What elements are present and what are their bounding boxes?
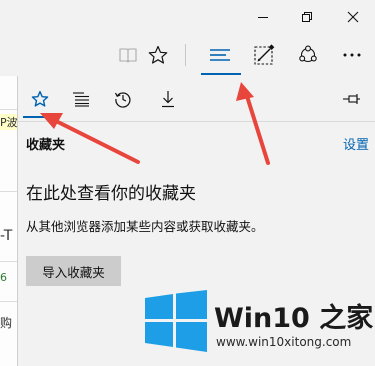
watermark-brand: Win10 之家 bbox=[214, 303, 374, 334]
import-favorites-button[interactable]: 导入收藏夹 bbox=[26, 256, 121, 286]
windows-logo-icon bbox=[145, 290, 207, 352]
hub-button[interactable] bbox=[203, 38, 237, 72]
restore-button[interactable] bbox=[284, 0, 330, 34]
web-note-icon bbox=[254, 44, 275, 65]
empty-state-description: 从其他浏览器添加某些内容或获取收藏夹。 bbox=[26, 219, 264, 234]
web-note-button[interactable] bbox=[247, 38, 281, 72]
background-page: P波 -T 6 购 bbox=[0, 76, 18, 366]
page-divider bbox=[0, 191, 17, 192]
star-icon bbox=[31, 90, 49, 107]
share-icon bbox=[299, 45, 317, 63]
reading-list-icon bbox=[73, 92, 89, 107]
book-icon bbox=[119, 48, 137, 63]
tab-history[interactable] bbox=[110, 86, 136, 112]
pin-pane-button[interactable] bbox=[339, 88, 365, 110]
more-button[interactable] bbox=[335, 38, 369, 72]
tab-selected-indicator bbox=[23, 116, 57, 118]
favorites-title: 收藏夹 bbox=[26, 138, 66, 153]
tab-favorites[interactable] bbox=[27, 86, 53, 112]
watermark-url: www.win10xitong.com bbox=[216, 335, 352, 349]
close-icon bbox=[347, 11, 359, 23]
tab-reading-list[interactable] bbox=[68, 86, 94, 112]
tab-downloads[interactable] bbox=[155, 86, 181, 112]
history-icon bbox=[114, 92, 131, 108]
watermark: Win10 之家 www.win10xitong.com bbox=[140, 280, 375, 366]
page-divider bbox=[0, 301, 17, 302]
share-button[interactable] bbox=[291, 38, 325, 72]
hub-icon bbox=[210, 49, 230, 61]
add-favorite-button[interactable] bbox=[141, 38, 175, 72]
star-icon bbox=[148, 45, 168, 64]
page-divider bbox=[0, 109, 17, 110]
page-divider bbox=[0, 261, 17, 262]
title-bar bbox=[0, 0, 375, 34]
panel-divider bbox=[18, 121, 375, 122]
restore-icon bbox=[302, 12, 312, 22]
more-icon bbox=[343, 53, 361, 57]
page-fragment: 购 bbox=[0, 316, 13, 330]
reading-view-button[interactable] bbox=[111, 38, 145, 72]
page-fragment: -T bbox=[0, 228, 13, 244]
pin-icon bbox=[343, 94, 360, 104]
settings-link[interactable]: 设置 bbox=[343, 134, 369, 153]
minimize-button[interactable] bbox=[240, 0, 286, 34]
minimize-icon bbox=[258, 17, 268, 18]
empty-state-heading: 在此处查看你的收藏夹 bbox=[26, 184, 196, 204]
toolbar-separator bbox=[185, 44, 186, 66]
hub-active-indicator bbox=[201, 73, 241, 75]
download-icon bbox=[162, 91, 174, 108]
page-fragment: 6 bbox=[0, 271, 7, 284]
page-fragment: P波 bbox=[0, 114, 18, 130]
close-button[interactable] bbox=[330, 0, 375, 34]
browser-toolbar bbox=[0, 34, 375, 76]
